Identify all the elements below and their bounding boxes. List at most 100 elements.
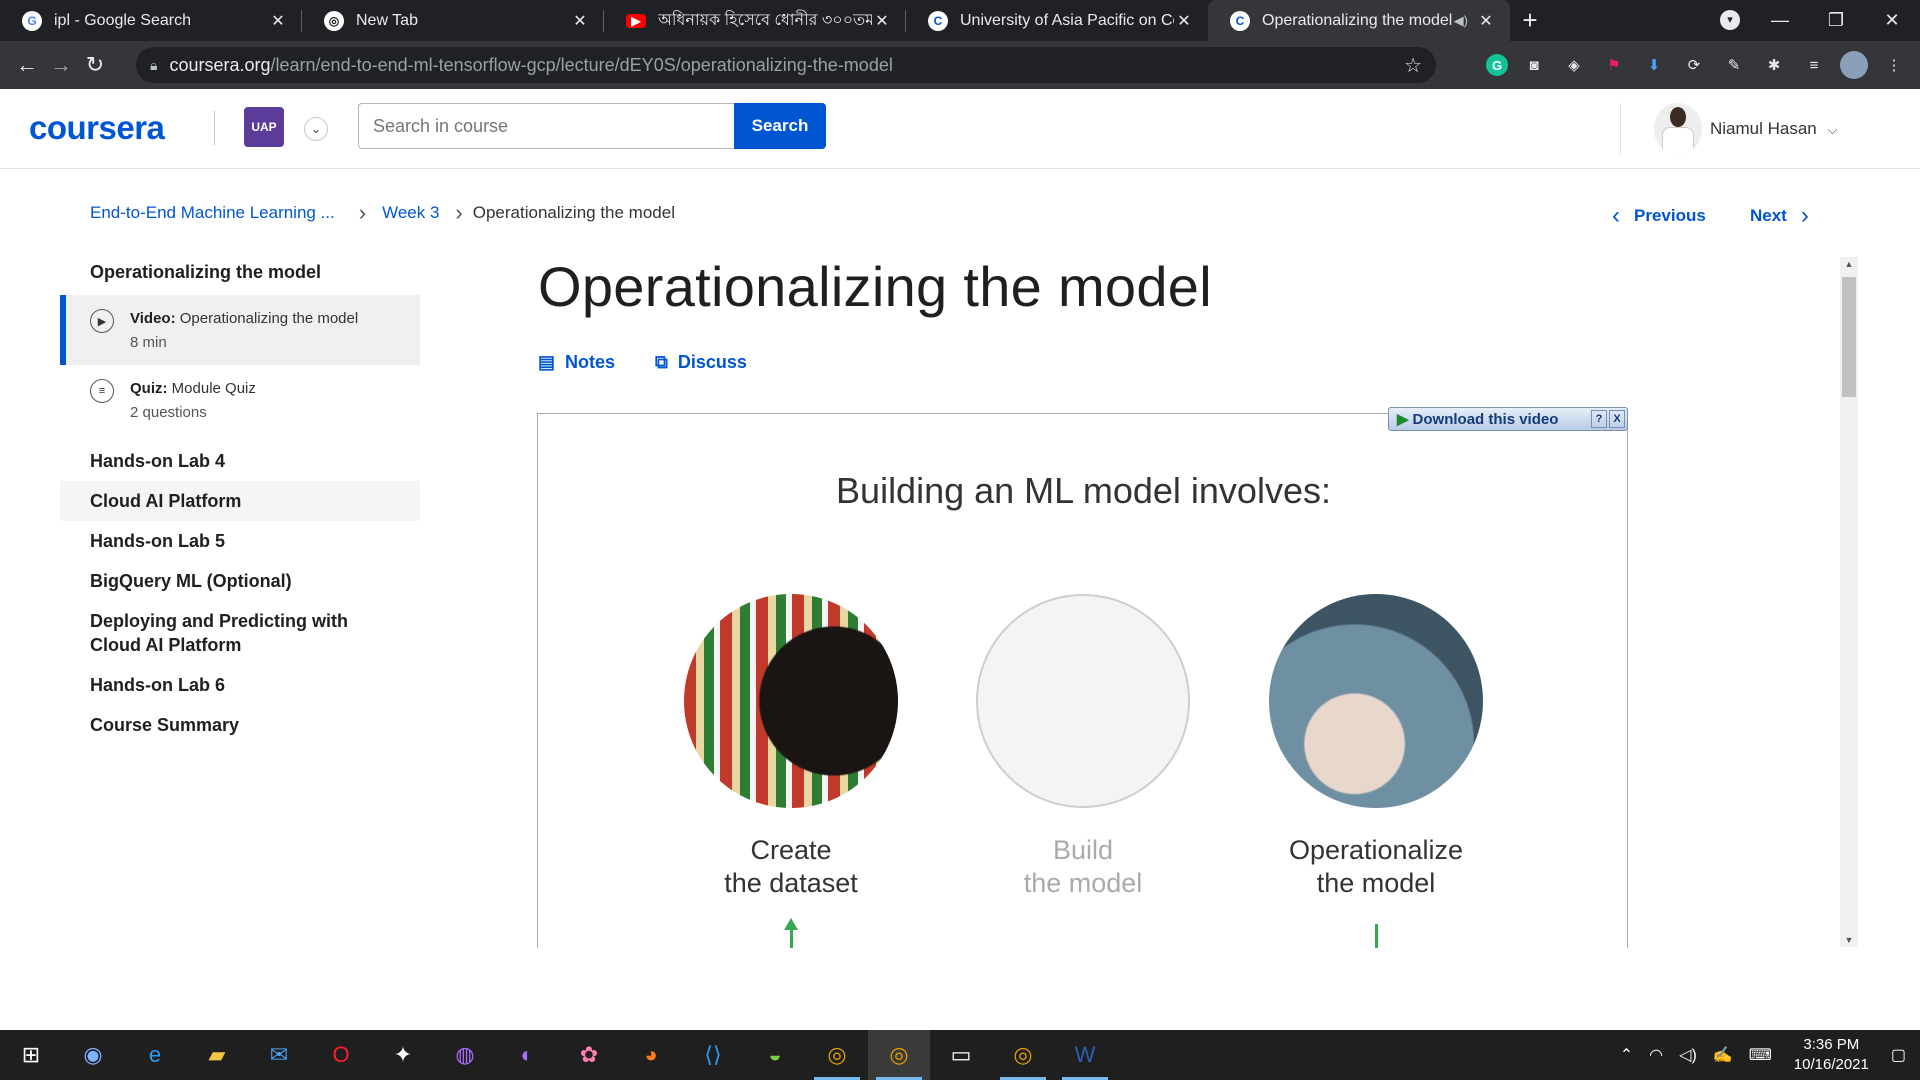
browser-tab-active[interactable]: C Operationalizing the model | Coursera … bbox=[1208, 0, 1510, 41]
globe-app-icon[interactable]: ◒ bbox=[744, 1030, 806, 1080]
firefox-icon[interactable]: ◕ bbox=[620, 1030, 682, 1080]
address-bar[interactable]: 🔒︎ coursera.org/learn/end-to-end-ml-tens… bbox=[136, 47, 1436, 83]
browser-tab[interactable]: C University of Asia Pacific on Coursera… bbox=[906, 0, 1208, 41]
close-icon[interactable]: ✕ bbox=[872, 11, 892, 31]
scroll-up-icon[interactable]: ▲ bbox=[1840, 259, 1858, 269]
vscode-icon[interactable]: ⟨⟩ bbox=[682, 1030, 744, 1080]
messenger-icon[interactable]: ◍ bbox=[434, 1030, 496, 1080]
breadcrumb-week[interactable]: Week 3 bbox=[382, 203, 439, 223]
sidebar-module[interactable]: Hands-on Lab 5 bbox=[60, 521, 420, 561]
sidebar-item-quiz[interactable]: ≡ Quiz: Module Quiz 2 questions bbox=[60, 365, 420, 435]
bookmark-star-icon[interactable]: ☆ bbox=[1404, 53, 1422, 78]
next-button[interactable]: Next › bbox=[1750, 202, 1809, 230]
chevron-up-icon[interactable]: ⌃ bbox=[1620, 1045, 1633, 1065]
lock-icon[interactable]: 🔒︎ bbox=[150, 57, 157, 74]
minimize-icon[interactable]: — bbox=[1752, 10, 1808, 31]
camera-icon[interactable]: ◙ bbox=[1520, 54, 1548, 76]
pen-extension-icon[interactable]: ✎ bbox=[1720, 54, 1748, 76]
chrome-icon[interactable]: ◎ bbox=[806, 1030, 868, 1080]
chevron-down-icon: ⌵ bbox=[1827, 122, 1838, 137]
new-tab-button[interactable]: + bbox=[1510, 0, 1550, 41]
sidebar-section-title[interactable]: Operationalizing the model bbox=[60, 262, 420, 283]
tab-search-icon[interactable]: ▾ bbox=[1720, 10, 1740, 30]
chrome-profile-icon[interactable]: ◎ bbox=[992, 1030, 1054, 1080]
grammarly-icon[interactable]: G bbox=[1486, 54, 1508, 76]
sidebar-item-video[interactable]: ▶ Video: Operationalizing the model 8 mi… bbox=[60, 295, 420, 365]
university-logo[interactable]: UAP bbox=[244, 107, 284, 147]
user-name: Niamul Hasan bbox=[1710, 119, 1817, 138]
download-extension-icon[interactable]: ⬇ bbox=[1640, 54, 1668, 76]
chevron-down-icon[interactable]: ⌄ bbox=[304, 117, 328, 141]
keyboard-icon[interactable]: ⌨ bbox=[1749, 1045, 1772, 1065]
tab-title: University of Asia Pacific on Coursera bbox=[960, 11, 1174, 29]
kebab-menu-icon[interactable]: ⋮ bbox=[1880, 54, 1908, 76]
breadcrumb-course[interactable]: End-to-End Machine Learning ... bbox=[90, 203, 335, 223]
extension-globe-icon[interactable]: ◈ bbox=[1560, 54, 1588, 76]
reload-icon[interactable]: ↻ bbox=[78, 52, 112, 78]
flag-extension-icon[interactable]: ⚑ bbox=[1600, 54, 1628, 76]
file-explorer-icon[interactable]: ▰ bbox=[186, 1030, 248, 1080]
browser-toolbar: ← → ↻ 🔒︎ coursera.org/learn/end-to-end-m… bbox=[0, 41, 1920, 89]
mail-icon[interactable]: ✉ bbox=[248, 1030, 310, 1080]
connector-line bbox=[1375, 924, 1378, 948]
notes-label: Notes bbox=[565, 352, 616, 372]
coursera-logo[interactable]: coursera bbox=[29, 109, 165, 147]
back-icon[interactable]: ← bbox=[10, 52, 44, 78]
pen-icon[interactable]: ✍ bbox=[1713, 1045, 1733, 1065]
sidebar-module[interactable]: BigQuery ML (Optional) bbox=[60, 561, 420, 601]
edge-icon[interactable]: e bbox=[124, 1030, 186, 1080]
video-player[interactable]: Building an ML model involves: Create th… bbox=[537, 413, 1628, 948]
restore-icon[interactable]: ❐ bbox=[1808, 10, 1864, 31]
sync-extension-icon[interactable]: ⟳ bbox=[1680, 54, 1708, 76]
close-icon[interactable]: ✕ bbox=[570, 11, 590, 31]
discuss-button[interactable]: ⧉ Discuss bbox=[655, 352, 747, 373]
browser-tab[interactable]: ▶ অধিনায়ক হিসেবে ধোনীর ৩০০তম ✕ bbox=[604, 0, 906, 41]
volume-icon[interactable]: ◁) bbox=[1679, 1045, 1697, 1065]
notification-icon[interactable]: ▢ bbox=[1891, 1045, 1906, 1065]
chrome-active-icon[interactable]: ◎ bbox=[868, 1030, 930, 1080]
model-image bbox=[976, 594, 1190, 808]
user-menu[interactable]: Niamul Hasan ⌵ bbox=[1710, 119, 1837, 139]
start-icon[interactable]: ⊞ bbox=[0, 1030, 62, 1080]
sidebar-module[interactable]: Course Summary bbox=[60, 705, 420, 745]
download-video-bar[interactable]: ▶ Download this video ? X bbox=[1388, 407, 1628, 431]
scroll-down-icon[interactable]: ▼ bbox=[1840, 935, 1858, 945]
previous-button[interactable]: ‹ Previous bbox=[1612, 202, 1706, 230]
close-icon[interactable]: X bbox=[1609, 410, 1625, 428]
coursera-icon: C bbox=[1230, 10, 1250, 31]
step-caption: Build the model bbox=[933, 834, 1233, 900]
pinwheel-icon[interactable]: ✿ bbox=[558, 1030, 620, 1080]
help-icon[interactable]: ? bbox=[1591, 410, 1607, 428]
browser-tab[interactable]: ◎ New Tab ✕ bbox=[302, 0, 604, 41]
opera-icon[interactable]: O bbox=[310, 1030, 372, 1080]
github-icon[interactable]: ◐ bbox=[496, 1030, 558, 1080]
reading-list-icon[interactable]: ≡ bbox=[1800, 54, 1828, 76]
scrollbar-thumb[interactable] bbox=[1842, 277, 1856, 397]
sidebar-module[interactable]: Hands-on Lab 6 bbox=[60, 665, 420, 705]
speaker-icon[interactable]: ◀) bbox=[1454, 13, 1468, 29]
quiz-icon: ≡ bbox=[90, 379, 114, 403]
profile-avatar-icon[interactable] bbox=[1840, 51, 1868, 79]
wifi-icon[interactable]: ◠ bbox=[1649, 1045, 1663, 1065]
puzzle-icon[interactable]: ✱ bbox=[1760, 54, 1788, 76]
qbittorrent-icon[interactable]: ◉ bbox=[62, 1030, 124, 1080]
search-input[interactable]: Search in course bbox=[358, 103, 734, 149]
sidebar-module[interactable]: Deploying and Predicting with Cloud AI P… bbox=[60, 601, 360, 665]
close-icon[interactable]: ✕ bbox=[1174, 11, 1194, 31]
notes-button[interactable]: ▤ Notes bbox=[538, 352, 615, 373]
search-button[interactable]: Search bbox=[734, 103, 826, 149]
user-avatar[interactable] bbox=[1654, 103, 1702, 155]
forward-icon[interactable]: → bbox=[44, 52, 78, 78]
close-window-icon[interactable]: ✕ bbox=[1864, 10, 1920, 31]
close-icon[interactable]: ✕ bbox=[1476, 11, 1496, 31]
step-line: Create bbox=[750, 835, 832, 865]
word-icon[interactable]: W bbox=[1054, 1030, 1116, 1080]
sidebar-module[interactable]: Hands-on Lab 4 bbox=[60, 441, 420, 481]
page-scrollbar[interactable]: ▲ ▼ bbox=[1840, 257, 1858, 947]
system-clock[interactable]: 3:36 PM 10/16/2021 bbox=[1794, 1035, 1869, 1075]
browser-tab[interactable]: G ipl - Google Search ✕ bbox=[0, 0, 302, 41]
close-icon[interactable]: ✕ bbox=[268, 11, 288, 31]
sidebar-module[interactable]: Cloud AI Platform bbox=[60, 481, 420, 521]
terminal-icon[interactable]: ▭ bbox=[930, 1030, 992, 1080]
satellite-icon[interactable]: ✦ bbox=[372, 1030, 434, 1080]
